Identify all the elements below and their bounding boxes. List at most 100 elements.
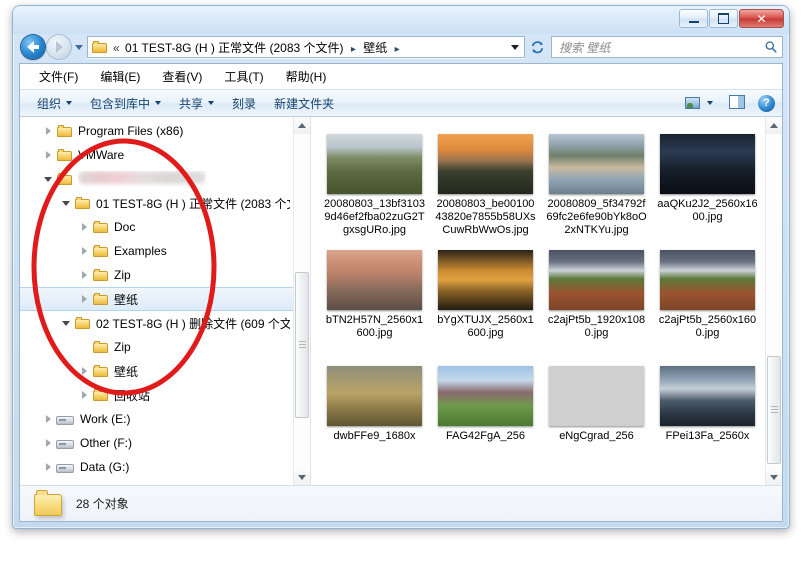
folder-icon <box>92 364 109 378</box>
tree-expand-toggle[interactable] <box>40 439 56 447</box>
chevron-down-icon <box>75 45 83 50</box>
tree-item-9[interactable]: Zip <box>20 335 294 359</box>
tree-expand-toggle[interactable] <box>76 271 92 279</box>
tree-item-14[interactable]: Data (G:) <box>20 455 294 479</box>
menu-item-1[interactable]: 编辑(E) <box>89 66 151 87</box>
address-dropdown-button[interactable] <box>506 45 524 50</box>
file-item[interactable]: aaQKu2J2_2560x1600.jpg <box>652 131 763 241</box>
tree-expand-toggle[interactable] <box>40 127 56 135</box>
tree-item-label: Zip <box>114 268 131 282</box>
tree-item-2[interactable] <box>20 167 294 191</box>
scroll-up-button[interactable] <box>766 117 782 134</box>
chevron-right-icon <box>82 391 87 399</box>
chevron-down-icon <box>62 201 70 206</box>
file-name-label: 20080803_be0010043820e7855b58UXsCuwRbWwO… <box>435 198 536 237</box>
tree-expand-toggle[interactable] <box>40 151 56 159</box>
change-view-button[interactable] <box>680 93 717 114</box>
scroll-down-button[interactable] <box>766 469 782 486</box>
chevron-down-icon <box>155 101 161 105</box>
file-item[interactable]: 20080803_13bf31039d46ef2fba02zuG2TgxsgUR… <box>319 131 430 241</box>
toolbar-button-3[interactable]: 刻录 <box>223 92 265 115</box>
breadcrumb-overflow[interactable]: « <box>112 41 122 55</box>
breadcrumb-separator[interactable]: ▸ <box>391 44 404 55</box>
toolbar-button-0[interactable]: 组织 <box>28 92 81 115</box>
history-dropdown-button[interactable] <box>71 35 87 59</box>
scrollbar-thumb[interactable] <box>767 356 781 464</box>
menu-item-0[interactable]: 文件(F) <box>28 66 89 87</box>
file-item[interactable]: 20080809_5f34792f69fc2e6fe90bYk8oO2xNTKY… <box>541 131 652 241</box>
tree-expand-toggle[interactable] <box>76 367 92 375</box>
preview-pane-button[interactable] <box>727 95 747 111</box>
menu-item-4[interactable]: 帮助(H) <box>275 66 338 87</box>
tree-expand-toggle[interactable] <box>76 391 92 399</box>
toolbar-button-2[interactable]: 共享 <box>170 92 223 115</box>
file-item[interactable]: c2ajPt5b_2560x1600.jpg <box>652 247 763 357</box>
tree-item-7[interactable]: 壁纸 <box>20 287 294 311</box>
tree-item-0[interactable]: Program Files (x86) <box>20 119 294 143</box>
refresh-button[interactable] <box>526 36 548 58</box>
tree-collapse-toggle[interactable] <box>58 321 74 326</box>
tree-item-11[interactable]: 回收站 <box>20 383 294 407</box>
back-button[interactable] <box>21 35 45 59</box>
menu-item-2[interactable]: 查看(V) <box>151 66 213 87</box>
chevron-right-icon <box>82 367 87 375</box>
tree-item-10[interactable]: 壁纸 <box>20 359 294 383</box>
chevron-right-icon <box>82 223 87 231</box>
thumbnail-wrapper <box>548 131 645 194</box>
toolbar-button-label: 共享 <box>179 95 203 112</box>
tree-item-label: Examples <box>114 244 167 258</box>
title-bar[interactable]: ✕ <box>13 6 789 34</box>
file-item[interactable]: eNgCgrad_256 <box>541 363 652 473</box>
breadcrumb-separator[interactable]: ▸ <box>347 44 360 55</box>
menu-item-3[interactable]: 工具(T) <box>213 66 274 87</box>
tree-item-6[interactable]: Zip <box>20 263 294 287</box>
scrollbar-thumb[interactable] <box>295 272 309 418</box>
file-item[interactable]: bYgXTUJX_2560x1600.jpg <box>430 247 541 357</box>
toolbar-button-4[interactable]: 新建文件夹 <box>265 92 343 115</box>
drive-icon <box>56 436 75 450</box>
tree-item-5[interactable]: Examples <box>20 239 294 263</box>
breadcrumb-item-0[interactable]: 01 TEST-8G (H ) 正常文件 (2083 个文件) <box>125 41 344 55</box>
file-item[interactable]: FAG42FgA_256 <box>430 363 541 473</box>
tree-item-1[interactable]: VMWare <box>20 143 294 167</box>
navigation-scrollbar[interactable] <box>293 117 310 486</box>
file-item[interactable]: dwbFFe9_1680x <box>319 363 430 473</box>
tree-collapse-toggle[interactable] <box>58 201 74 206</box>
help-button[interactable]: ? <box>758 95 775 112</box>
file-item[interactable]: FPei13Fa_2560x <box>652 363 763 473</box>
minimize-button[interactable] <box>679 9 708 28</box>
scroll-up-button[interactable] <box>294 117 310 134</box>
search-input[interactable]: 搜索 壁纸 <box>552 39 760 56</box>
tree-item-label: Work (E:) <box>80 412 130 426</box>
tree-expand-toggle[interactable] <box>76 295 92 303</box>
scroll-down-button[interactable] <box>294 469 310 486</box>
file-list-scrollbar[interactable] <box>765 117 782 486</box>
tree-expand-toggle[interactable] <box>76 223 92 231</box>
tree-item-12[interactable]: Work (E:) <box>20 407 294 431</box>
tree-item-8[interactable]: 02 TEST-8G (H ) 删除文件 (609 个文件 <box>20 311 294 335</box>
tree-expand-toggle[interactable] <box>40 415 56 423</box>
file-item[interactable]: 20080803_be0010043820e7855b58UXsCuwRbWwO… <box>430 131 541 241</box>
toolbar-button-label: 新建文件夹 <box>274 95 334 112</box>
address-breadcrumb-bar[interactable]: « 01 TEST-8G (H ) 正常文件 (2083 个文件) ▸ 壁纸 ▸ <box>87 36 525 58</box>
tree-item-4[interactable]: Doc <box>20 215 294 239</box>
breadcrumb-item-1[interactable]: 壁纸 <box>363 41 387 55</box>
tree-expand-toggle[interactable] <box>76 247 92 255</box>
tree-item-13[interactable]: Other (F:) <box>20 431 294 455</box>
grip-icon <box>299 341 306 348</box>
close-button[interactable]: ✕ <box>739 9 784 28</box>
file-item[interactable]: bTN2H57N_2560x1600.jpg <box>319 247 430 357</box>
toolbar-button-1[interactable]: 包含到库中 <box>81 92 170 115</box>
tree-expand-toggle[interactable] <box>40 463 56 471</box>
file-thumbnail <box>327 366 422 426</box>
forward-button[interactable] <box>47 35 71 59</box>
tree-item-label: Other (F:) <box>80 436 132 450</box>
tree-collapse-toggle[interactable] <box>40 177 56 182</box>
search-box[interactable]: 搜索 壁纸 <box>551 36 783 58</box>
tree-item-3[interactable]: 01 TEST-8G (H ) 正常文件 (2083 个文 <box>20 191 294 215</box>
maximize-button[interactable] <box>709 9 738 28</box>
file-item[interactable]: c2ajPt5b_1920x1080.jpg <box>541 247 652 357</box>
thumbnail-wrapper <box>326 131 423 194</box>
chevron-down-icon <box>511 45 519 50</box>
navigation-pane: Program Files (x86)VMWare 01 TEST-8G (H )… <box>20 117 311 486</box>
